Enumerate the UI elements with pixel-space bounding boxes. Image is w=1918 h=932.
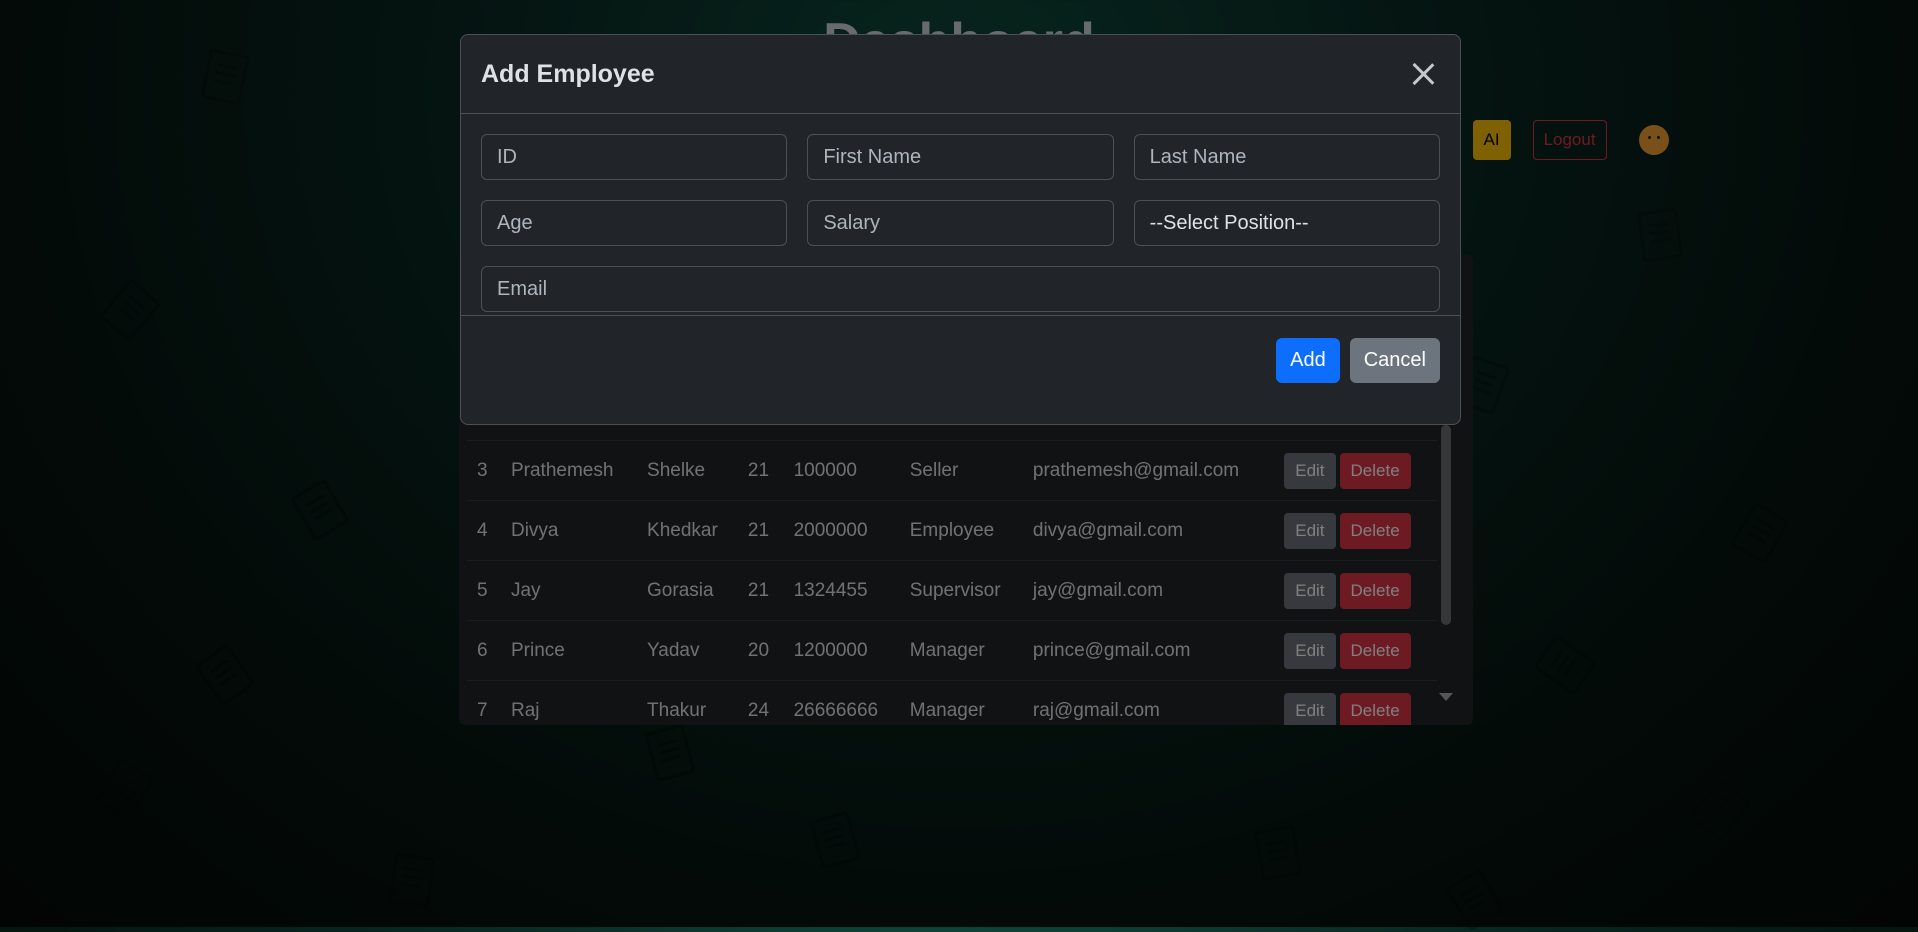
age-input[interactable] xyxy=(481,200,788,246)
add-button[interactable]: Add xyxy=(1276,337,1340,383)
last-name-input[interactable] xyxy=(1133,134,1440,180)
salary-input[interactable] xyxy=(807,200,1114,246)
modal-title: Add Employee xyxy=(481,59,655,88)
modal-footer: Add Cancel xyxy=(461,316,1460,404)
close-icon[interactable] xyxy=(1406,57,1440,91)
email-input[interactable] xyxy=(481,266,1440,312)
cancel-button[interactable]: Cancel xyxy=(1349,337,1440,383)
position-select[interactable]: --Select Position-- xyxy=(1133,200,1440,246)
first-name-input[interactable] xyxy=(807,134,1114,180)
modal-header: Add Employee xyxy=(461,35,1460,114)
id-input[interactable] xyxy=(481,134,788,180)
add-employee-modal: Add Employee --Select Position-- Add Can… xyxy=(460,34,1461,425)
modal-body: --Select Position-- xyxy=(461,114,1460,316)
